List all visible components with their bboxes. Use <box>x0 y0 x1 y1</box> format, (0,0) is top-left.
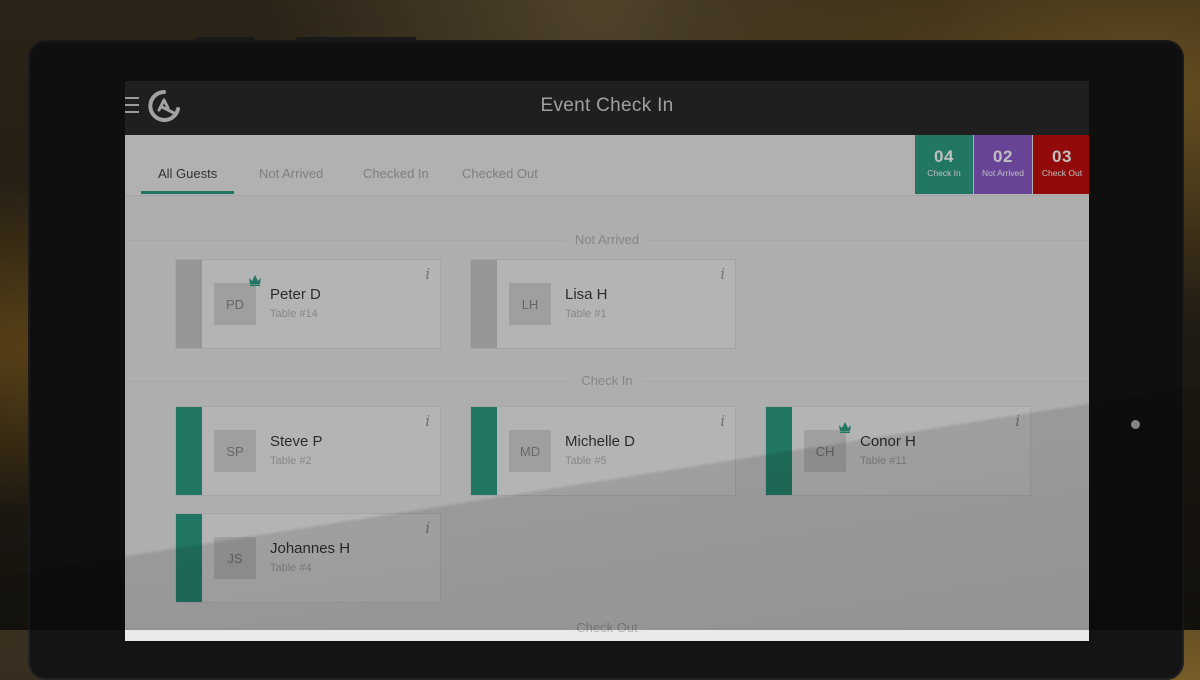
guest-card[interactable]: PD Peter D Table #14 i <box>175 259 441 349</box>
avatar: MD <box>509 430 551 472</box>
guest-table: Table #4 <box>270 562 312 574</box>
guest-card[interactable]: JS Johannes H Table #4 i <box>175 513 441 603</box>
crown-icon <box>839 422 851 433</box>
guest-name: Peter D <box>270 286 321 303</box>
tab-checked-out[interactable]: Checked Out <box>462 166 538 181</box>
active-tab-indicator <box>141 191 234 194</box>
guest-table: Table #11 <box>860 455 907 467</box>
tab-all-guests[interactable]: All Guests <box>158 166 217 181</box>
info-icon[interactable]: i <box>425 265 430 283</box>
tablet-camera <box>1131 420 1140 429</box>
status-strip <box>471 260 497 348</box>
status-strip <box>766 407 792 495</box>
crown-icon <box>249 275 261 286</box>
tab-checked-in[interactable]: Checked In <box>363 166 429 181</box>
tab-not-arrived[interactable]: Not Arrived <box>259 166 323 181</box>
stat-check-in-count: 04 <box>934 147 954 166</box>
section-label-check-in: Check In <box>125 373 1089 388</box>
guest-table: Table #14 <box>270 308 318 320</box>
guest-table: Table #2 <box>270 455 312 467</box>
guest-card[interactable]: CH Conor H Table #11 i <box>765 406 1031 496</box>
avatar: CH <box>804 430 846 472</box>
guest-name: Johannes H <box>270 540 351 557</box>
stat-check-in-label: Check In <box>927 168 961 178</box>
guest-card[interactable]: LH Lisa H Table #1 i <box>470 259 736 349</box>
stat-not-arrived[interactable]: 02 Not Arrived <box>974 135 1032 194</box>
guest-name: Steve P <box>270 433 323 450</box>
guest-name: Lisa H <box>565 286 608 303</box>
guest-table: Table #5 <box>565 455 607 467</box>
guest-table: Table #1 <box>565 308 607 320</box>
guest-name: Michelle D <box>565 433 636 450</box>
status-strip <box>471 407 497 495</box>
section-label-not-arrived: Not Arrived <box>125 232 1089 247</box>
avatar: LH <box>509 283 551 325</box>
info-icon[interactable]: i <box>425 412 430 430</box>
stat-check-out-label: Check Out <box>1041 168 1083 178</box>
avatar: JS <box>214 537 256 579</box>
stat-not-arrived-label: Not Arrived <box>981 168 1025 178</box>
guest-card[interactable]: MD Michelle D Table #5 i <box>470 406 736 496</box>
stat-not-arrived-count: 02 <box>993 147 1013 166</box>
top-bar: Event Check In <box>125 81 1089 135</box>
guest-card[interactable]: SP Steve P Table #2 i <box>175 406 441 496</box>
stat-check-out-count: 03 <box>1052 147 1072 166</box>
avatar: PD <box>214 283 256 325</box>
info-icon[interactable]: i <box>425 519 430 537</box>
avatar: SP <box>214 430 256 472</box>
status-strip <box>176 407 202 495</box>
page-title: Event Check In <box>540 95 674 116</box>
info-icon[interactable]: i <box>1015 412 1020 430</box>
status-strip <box>176 514 202 602</box>
stat-check-out[interactable]: 03 Check Out <box>1033 135 1089 194</box>
app-screen: Event Check In All Guests Not Arrived Ch… <box>125 81 1089 641</box>
info-icon[interactable]: i <box>720 412 725 430</box>
tablet-button <box>296 37 416 41</box>
tablet-button <box>195 37 255 41</box>
status-strip <box>176 260 202 348</box>
info-icon[interactable]: i <box>720 265 725 283</box>
stat-check-in[interactable]: 04 Check In <box>915 135 973 194</box>
section-label-check-out: Check Out <box>125 620 1089 635</box>
guest-name: Conor H <box>860 433 916 450</box>
